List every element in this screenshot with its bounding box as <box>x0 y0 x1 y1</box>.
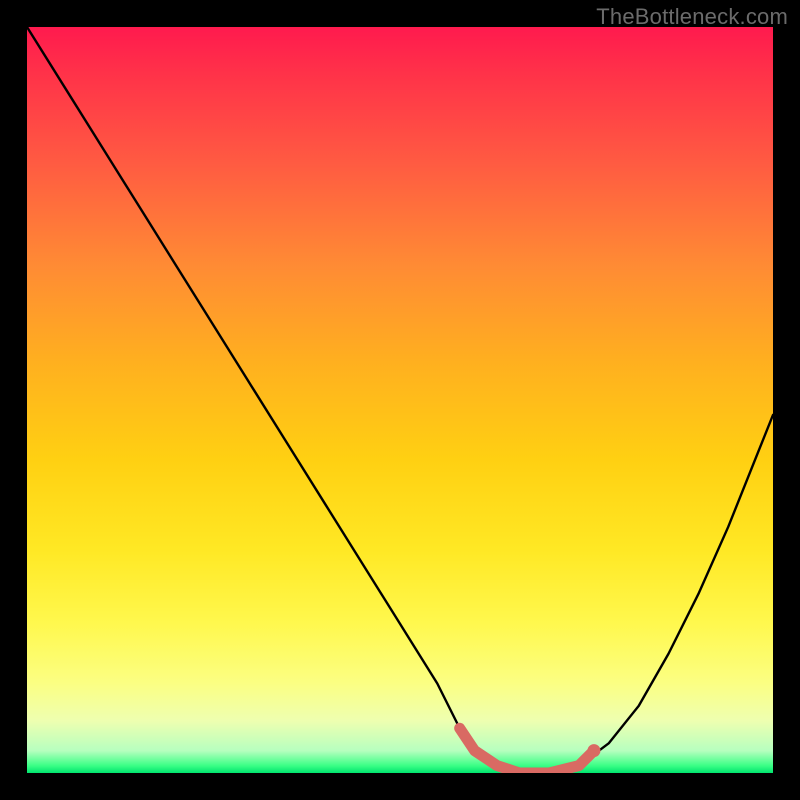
bottleneck-curve-path <box>27 27 773 773</box>
curve-layer <box>27 27 773 773</box>
optimal-range-end-dot <box>587 744 600 757</box>
plot-area <box>27 27 773 773</box>
chart-frame: TheBottleneck.com <box>0 0 800 800</box>
optimal-range-marker-path <box>460 728 594 773</box>
